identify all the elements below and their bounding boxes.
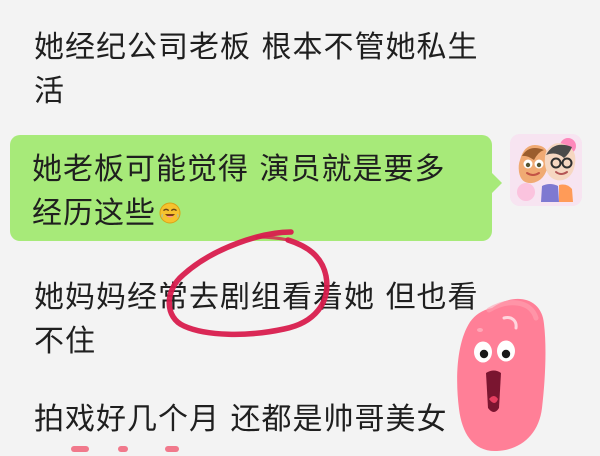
chat-message-1: 她经纪公司老板 根本不管她私生活 (34, 30, 479, 109)
user-avatar-icon[interactable] (510, 134, 582, 206)
chat-screen: 她经纪公司老板 根本不管她私生活 她老板可能觉得 演员就是要多经历这些 她妈妈经… (0, 0, 600, 456)
decorative-stroke-1 (71, 446, 89, 452)
laughing-crying-emoji-icon (158, 201, 182, 225)
decorative-stroke-3 (165, 446, 179, 452)
outgoing-message-bubble: 她老板可能觉得 演员就是要多经历这些 (10, 135, 502, 241)
decorative-stroke-2 (118, 446, 128, 452)
pink-worm-sticker-icon (457, 298, 546, 452)
chat-message-2: 她老板可能觉得 演员就是要多经历这些 (32, 152, 446, 231)
chat-message-3: 她妈妈经常去剧组看着她 但也看不住 (34, 280, 479, 359)
